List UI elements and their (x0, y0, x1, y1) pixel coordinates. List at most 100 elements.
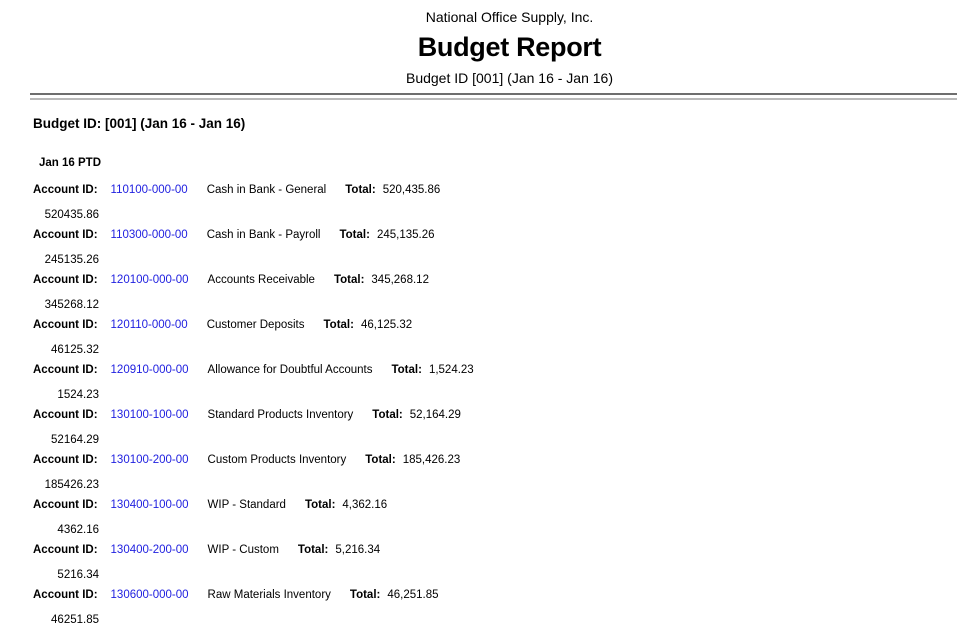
account-name: Cash in Bank - General (207, 184, 327, 196)
account-block: Account ID: 110100-000-00 Cash in Bank - G… (33, 184, 959, 222)
account-id-link[interactable]: 110100-000-00 (111, 184, 188, 196)
report-title: Budget Report (60, 32, 959, 62)
account-name: Customer Deposits (207, 319, 305, 331)
account-id-label: Account ID: (33, 229, 98, 241)
total-value: 520,435.86 (383, 184, 441, 196)
total-label: Total: (324, 319, 354, 331)
total-label: Total: (372, 409, 402, 421)
ptd-value: 4362.16 (33, 524, 99, 537)
account-name: Accounts Receivable (208, 274, 315, 286)
budget-report-page: { "header": { "company": "National Offic… (0, 0, 959, 629)
ptd-value: 185426.23 (33, 479, 99, 492)
ptd-value-row: 185426.23 (33, 479, 959, 492)
ptd-value: 46125.32 (33, 344, 99, 357)
ptd-value: 46251.85 (33, 614, 99, 627)
account-row: Account ID: 130600-000-00 Raw Materials In… (33, 589, 959, 602)
account-id-label: Account ID: (33, 589, 98, 601)
account-id-label: Account ID: (33, 274, 98, 286)
account-id-link[interactable]: 110300-000-00 (111, 229, 188, 241)
account-block: Account ID: 130400-200-00 WIP - Custom Tota… (33, 544, 959, 582)
divider-dark-line (30, 93, 957, 95)
total-label: Total: (345, 184, 375, 196)
ptd-value-row: 5216.34 (33, 569, 959, 582)
account-name: WIP - Standard (208, 499, 286, 511)
total-value: 185,426.23 (403, 454, 461, 466)
header-divider (30, 93, 957, 100)
account-id-link[interactable]: 130100-100-00 (111, 409, 189, 421)
total-label: Total: (365, 454, 395, 466)
company-name: National Office Supply, Inc. (60, 0, 959, 25)
account-id-link[interactable]: 120100-000-00 (111, 274, 189, 286)
account-id-link[interactable]: 120110-000-00 (111, 319, 188, 331)
total-value: 46,125.32 (361, 319, 412, 331)
account-id-label: Account ID: (33, 319, 98, 331)
account-name: Raw Materials Inventory (208, 589, 331, 601)
account-row: Account ID: 120100-000-00 Accounts Receiva… (33, 274, 959, 287)
total-value: 1,524.23 (429, 364, 474, 376)
divider-light-line (30, 98, 957, 100)
total-label: Total: (391, 364, 421, 376)
ptd-value: 5216.34 (33, 569, 99, 582)
account-block: Account ID: 120910-000-00 Allowance for Do… (33, 364, 959, 402)
account-name: WIP - Custom (208, 544, 279, 556)
account-name: Allowance for Doubtful Accounts (208, 364, 373, 376)
total-label: Total: (305, 499, 335, 511)
section-heading: Budget ID: [001] (Jan 16 - Jan 16) (33, 116, 959, 131)
account-block: Account ID: 130400-100-00 WIP - Standard To… (33, 499, 959, 537)
total-value: 345,268.12 (371, 274, 429, 286)
total-label: Total: (350, 589, 380, 601)
account-row: Account ID: 110100-000-00 Cash in Bank - G… (33, 184, 959, 197)
ptd-value: 1524.23 (33, 389, 99, 402)
account-id-label: Account ID: (33, 454, 98, 466)
account-name: Cash in Bank - Payroll (207, 229, 321, 241)
account-row: Account ID: 130400-200-00 WIP - Custom Tota… (33, 544, 959, 557)
ptd-value-row: 345268.12 (33, 299, 959, 312)
total-value: 5,216.34 (335, 544, 380, 556)
account-name: Custom Products Inventory (208, 454, 347, 466)
account-row: Account ID: 130400-100-00 WIP - Standard To… (33, 499, 959, 512)
account-row: Account ID: 120910-000-00 Allowance for Do… (33, 364, 959, 377)
account-block: Account ID: 120110-000-00 Customer Deposit… (33, 319, 959, 357)
ptd-value: 345268.12 (33, 299, 99, 312)
account-id-label: Account ID: (33, 499, 98, 511)
ptd-value-row: 245135.26 (33, 254, 959, 267)
account-id-link[interactable]: 130600-000-00 (111, 589, 189, 601)
account-row: Account ID: 120110-000-00 Customer Deposit… (33, 319, 959, 332)
account-block: Account ID: 130100-100-00 Standard Product… (33, 409, 959, 447)
account-id-link[interactable]: 130400-200-00 (111, 544, 189, 556)
account-block: Account ID: 130600-000-00 Raw Materials In… (33, 589, 959, 627)
account-id-link[interactable]: 130400-100-00 (111, 499, 189, 511)
account-row: Account ID: 130100-200-00 Custom Products … (33, 454, 959, 467)
ptd-value-row: 46125.32 (33, 344, 959, 357)
total-value: 52,164.29 (410, 409, 461, 421)
account-block: Account ID: 130100-200-00 Custom Products … (33, 454, 959, 492)
account-id-label: Account ID: (33, 544, 98, 556)
account-id-link[interactable]: 130100-200-00 (111, 454, 189, 466)
ptd-value: 520435.86 (33, 209, 99, 222)
ptd-value-row: 1524.23 (33, 389, 959, 402)
account-rows: Account ID: 110100-000-00 Cash in Bank - G… (33, 184, 959, 627)
report-header: National Office Supply, Inc. Budget Repo… (60, 0, 959, 87)
account-name: Standard Products Inventory (208, 409, 354, 421)
ptd-value-row: 4362.16 (33, 524, 959, 537)
account-id-label: Account ID: (33, 184, 98, 196)
account-row: Account ID: 130100-100-00 Standard Product… (33, 409, 959, 422)
account-block: Account ID: 120100-000-00 Accounts Receiva… (33, 274, 959, 312)
period-label: Jan 16 PTD (39, 157, 959, 169)
account-id-label: Account ID: (33, 409, 98, 421)
account-block: Account ID: 110300-000-00 Cash in Bank - P… (33, 229, 959, 267)
ptd-value-row: 520435.86 (33, 209, 959, 222)
account-id-label: Account ID: (33, 364, 98, 376)
total-value: 46,251.85 (387, 589, 438, 601)
total-value: 245,135.26 (377, 229, 435, 241)
ptd-value: 52164.29 (33, 434, 99, 447)
ptd-value: 245135.26 (33, 254, 99, 267)
total-label: Total: (298, 544, 328, 556)
ptd-value-row: 46251.85 (33, 614, 959, 627)
ptd-value-row: 52164.29 (33, 434, 959, 447)
account-row: Account ID: 110300-000-00 Cash in Bank - P… (33, 229, 959, 242)
account-id-link[interactable]: 120910-000-00 (111, 364, 189, 376)
total-value: 4,362.16 (342, 499, 387, 511)
report-subtitle: Budget ID [001] (Jan 16 - Jan 16) (60, 69, 959, 87)
total-label: Total: (334, 274, 364, 286)
